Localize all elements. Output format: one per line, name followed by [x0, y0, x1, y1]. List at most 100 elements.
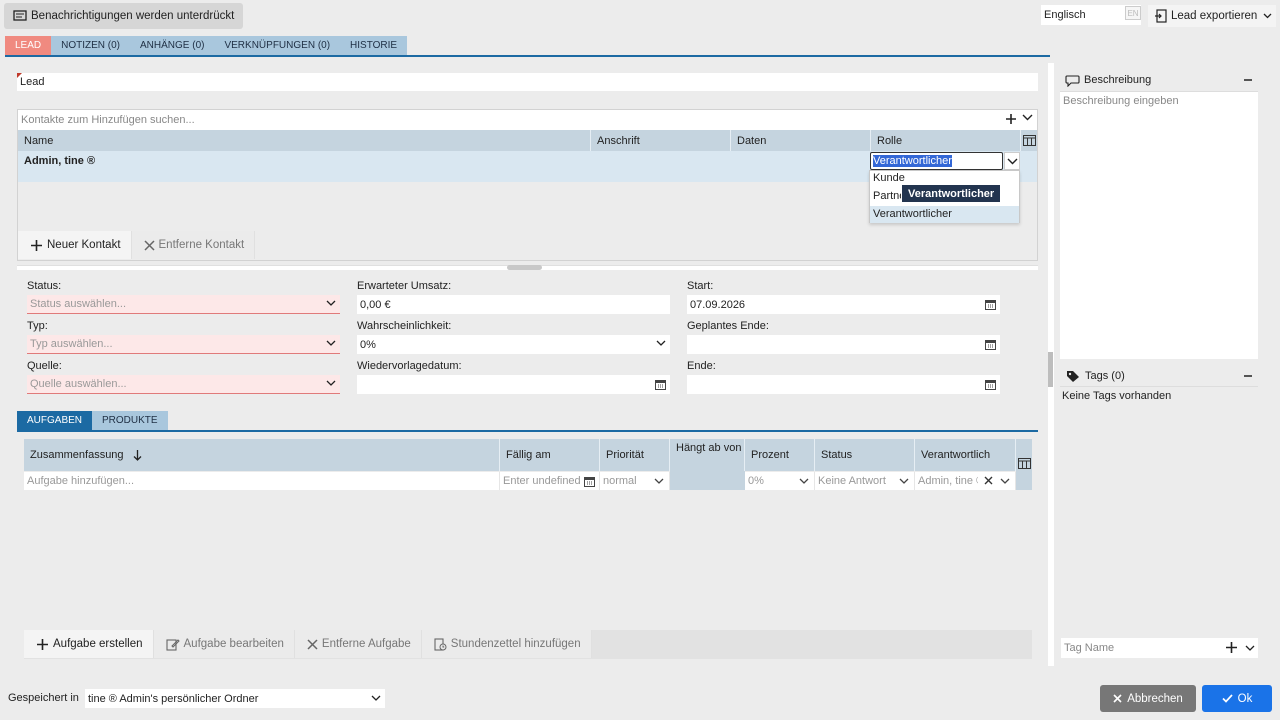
status-select[interactable]: Status auswählen... [27, 295, 340, 314]
task-priority-select[interactable]: normal [600, 472, 670, 490]
planned-end-date-input[interactable] [687, 335, 1000, 354]
summary-header-label: Zusammenfassung [30, 449, 124, 461]
column-header-priority[interactable]: Priorität [600, 439, 670, 471]
calendar-icon[interactable] [655, 379, 666, 390]
type-select[interactable]: Typ auswählen... [27, 335, 340, 354]
column-header-summary[interactable]: Zusammenfassung [24, 439, 500, 471]
contact-search-input[interactable]: Kontakte zum Hinzufügen suchen... [18, 110, 1037, 130]
calendar-icon[interactable] [584, 476, 595, 487]
resubmission-label: Wiedervorlagedatum: [357, 360, 462, 372]
probability-select[interactable]: 0% [357, 335, 670, 354]
task-summary-input[interactable]: Aufgabe hinzufügen... [24, 472, 500, 490]
new-contact-button[interactable]: Neuer Kontakt [18, 231, 132, 259]
column-header-role[interactable]: Rolle [871, 130, 1021, 151]
splitter-handle[interactable] [507, 265, 542, 270]
dirty-marker [17, 73, 22, 78]
add-icon[interactable] [1004, 112, 1018, 126]
chevron-down-icon [1263, 13, 1272, 19]
tab-notes[interactable]: NOTIZEN (0) [51, 36, 131, 55]
column-header-percent[interactable]: Prozent [745, 439, 815, 471]
columns-toggle-icon[interactable] [1021, 130, 1037, 151]
lead-title-input[interactable]: Lead [17, 73, 1038, 91]
tab-products[interactable]: PRODUKTE [92, 411, 168, 430]
folder-select[interactable]: tine ® Admin's persönlicher Ordner [85, 689, 385, 708]
column-header-address[interactable]: Anschrift [591, 130, 731, 151]
chevron-down-icon[interactable] [1022, 114, 1033, 121]
tasks-columns-toggle[interactable] [1016, 439, 1032, 490]
notification-muted-icon [13, 10, 27, 22]
vertical-splitter-handle[interactable] [1048, 352, 1053, 387]
sort-down-icon [133, 449, 142, 461]
probability-label: Wahrscheinlichkeit: [357, 320, 452, 332]
calendar-icon[interactable] [985, 299, 996, 310]
sub-tab-underline [17, 430, 1038, 432]
resubmission-date-input[interactable] [357, 375, 670, 394]
remove-task-button[interactable]: Entferne Aufgabe [294, 630, 422, 658]
tags-title: Tags (0) [1085, 370, 1125, 382]
revenue-input[interactable]: 0,00 € [357, 295, 670, 314]
source-label: Quelle: [27, 360, 62, 372]
remove-contact-label: Entferne Kontakt [158, 239, 245, 251]
description-textarea[interactable]: Beschreibung eingeben [1060, 91, 1258, 359]
column-header-data[interactable]: Daten [731, 130, 871, 151]
task-due-input[interactable]: Enter undefined [500, 472, 600, 490]
task-responsible-select[interactable]: Admin, tine ® [915, 472, 1016, 490]
tab-relations[interactable]: VERKNÜPFUNGEN (0) [214, 36, 341, 55]
notifications-button[interactable]: Benachrichtigungen werden unterdrückt [4, 3, 243, 29]
collapse-icon[interactable] [1244, 372, 1252, 380]
cancel-button[interactable]: Abbrechen [1100, 685, 1196, 712]
cancel-label: Abbrechen [1127, 692, 1183, 705]
add-timesheet-label: Stundenzettel hinzufügen [450, 638, 581, 650]
export-lead-button[interactable]: Lead exportieren [1148, 5, 1276, 27]
start-date-input[interactable]: 07.09.2026 [687, 295, 1000, 314]
column-header-due[interactable]: Fällig am [500, 439, 600, 471]
chevron-down-icon [371, 695, 381, 701]
type-label: Typ: [27, 320, 48, 332]
tag-name-input[interactable]: Tag Name [1061, 638, 1258, 658]
tab-attachments[interactable]: ANHÄNGE (0) [130, 36, 215, 55]
status-label: Status: [27, 280, 62, 292]
calendar-icon[interactable] [985, 339, 996, 350]
create-task-button[interactable]: Aufgabe erstellen [24, 630, 154, 658]
speech-bubble-icon [1065, 74, 1080, 87]
edit-task-button[interactable]: Aufgabe bearbeiten [153, 630, 295, 658]
task-status-select[interactable]: Keine Antwort [815, 472, 915, 490]
add-timesheet-button[interactable]: Stundenzettel hinzufügen [421, 630, 592, 658]
check-icon [1222, 694, 1233, 703]
column-header-status[interactable]: Status [815, 439, 915, 471]
calendar-icon[interactable] [985, 379, 996, 390]
role-chevron-icon[interactable] [1004, 152, 1020, 170]
column-header-responsible[interactable]: Verantwortlich [915, 439, 1016, 471]
chevron-down-icon [799, 478, 809, 484]
task-depends-cell [670, 471, 745, 490]
close-icon [307, 638, 318, 650]
task-due-placeholder: Enter undefined [503, 475, 581, 487]
tab-lead[interactable]: LEAD [5, 36, 52, 55]
task-priority-value: normal [603, 475, 637, 487]
revenue-label: Erwarteter Umsatz: [357, 280, 452, 292]
end-date-input[interactable] [687, 375, 1000, 394]
role-select-input[interactable]: Verantwortlicher [870, 152, 1003, 170]
source-select[interactable]: Quelle auswählen... [27, 375, 340, 394]
chevron-down-icon [656, 340, 666, 346]
ok-button[interactable]: Ok [1202, 685, 1272, 712]
column-header-name[interactable]: Name [18, 130, 591, 151]
role-option-kunde[interactable]: Kunde [873, 172, 905, 184]
tab-tasks[interactable]: AUFGABEN [17, 411, 93, 430]
chevron-down-icon[interactable] [1245, 645, 1255, 651]
tab-history[interactable]: HISTORIE [340, 36, 408, 55]
plus-icon [36, 638, 49, 651]
close-icon [143, 239, 155, 251]
role-option-verantwortlicher[interactable]: Verantwortlicher [870, 206, 1019, 223]
edit-icon [165, 638, 180, 651]
add-icon[interactable] [1225, 641, 1238, 654]
column-header-depends[interactable]: Hängt ab von [670, 439, 745, 471]
planned-end-label: Geplantes Ende: [687, 320, 769, 332]
remove-contact-button[interactable]: Entferne Kontakt [131, 231, 256, 259]
clear-icon[interactable] [984, 476, 993, 485]
columns-toggle-icon [1018, 458, 1031, 469]
task-percent-select[interactable]: 0% [745, 472, 815, 490]
task-responsible-value: Admin, tine ® [918, 475, 978, 487]
collapse-icon[interactable] [1244, 76, 1252, 84]
tab-underline [5, 55, 1050, 57]
